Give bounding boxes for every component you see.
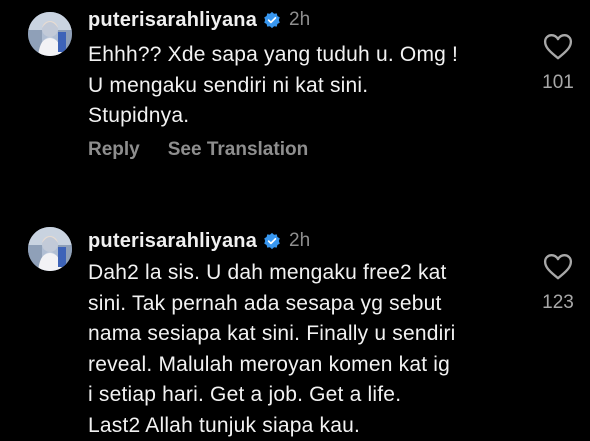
comment-line: i setiap hari. Get a job. Get a life. — [88, 380, 518, 411]
verified-badge-icon — [263, 232, 281, 250]
comment-text: Ehhh?? Xde sapa yang tuduh u. Omg ! U me… — [88, 40, 518, 132]
like-count: 101 — [538, 72, 578, 94]
like-area: 101 — [538, 33, 578, 94]
like-count: 123 — [538, 292, 578, 314]
comment-line: U mengaku sendiri ni kat sini. — [88, 71, 518, 102]
comment-line: Last2 Allah tunjuk siapa kau. — [88, 411, 518, 441]
comment-header: puterisarahliyana 2h — [88, 7, 310, 33]
username[interactable]: puterisarahliyana — [88, 9, 257, 32]
reply-button[interactable]: Reply — [88, 139, 140, 161]
avatar[interactable] — [28, 227, 72, 271]
comment-line: Dah2 la sis. U dah mengaku free2 kat — [88, 258, 518, 289]
heart-icon[interactable] — [543, 253, 573, 280]
comment-actions: Reply See Translation — [88, 139, 308, 161]
avatar[interactable] — [28, 12, 72, 56]
heart-icon[interactable] — [543, 33, 573, 60]
comment-header: puterisarahliyana 2h — [88, 228, 310, 254]
verified-badge-icon — [263, 11, 281, 29]
comment-line: nama sesiapa kat sini. Finally u sendiri — [88, 319, 518, 350]
like-area: 123 — [538, 253, 578, 314]
timestamp: 2h — [289, 9, 310, 31]
timestamp: 2h — [289, 230, 310, 252]
comment-text: Dah2 la sis. U dah mengaku free2 kat sin… — [88, 258, 518, 441]
comment-line: Ehhh?? Xde sapa yang tuduh u. Omg ! — [88, 40, 518, 71]
comment-line: Stupidnya. — [88, 101, 518, 132]
comment-line: sini. Tak pernah ada sesapa yg sebut — [88, 289, 518, 320]
comment-line: reveal. Malulah meroyan komen kat ig — [88, 350, 518, 381]
see-translation-button[interactable]: See Translation — [168, 139, 308, 161]
username[interactable]: puterisarahliyana — [88, 230, 257, 253]
